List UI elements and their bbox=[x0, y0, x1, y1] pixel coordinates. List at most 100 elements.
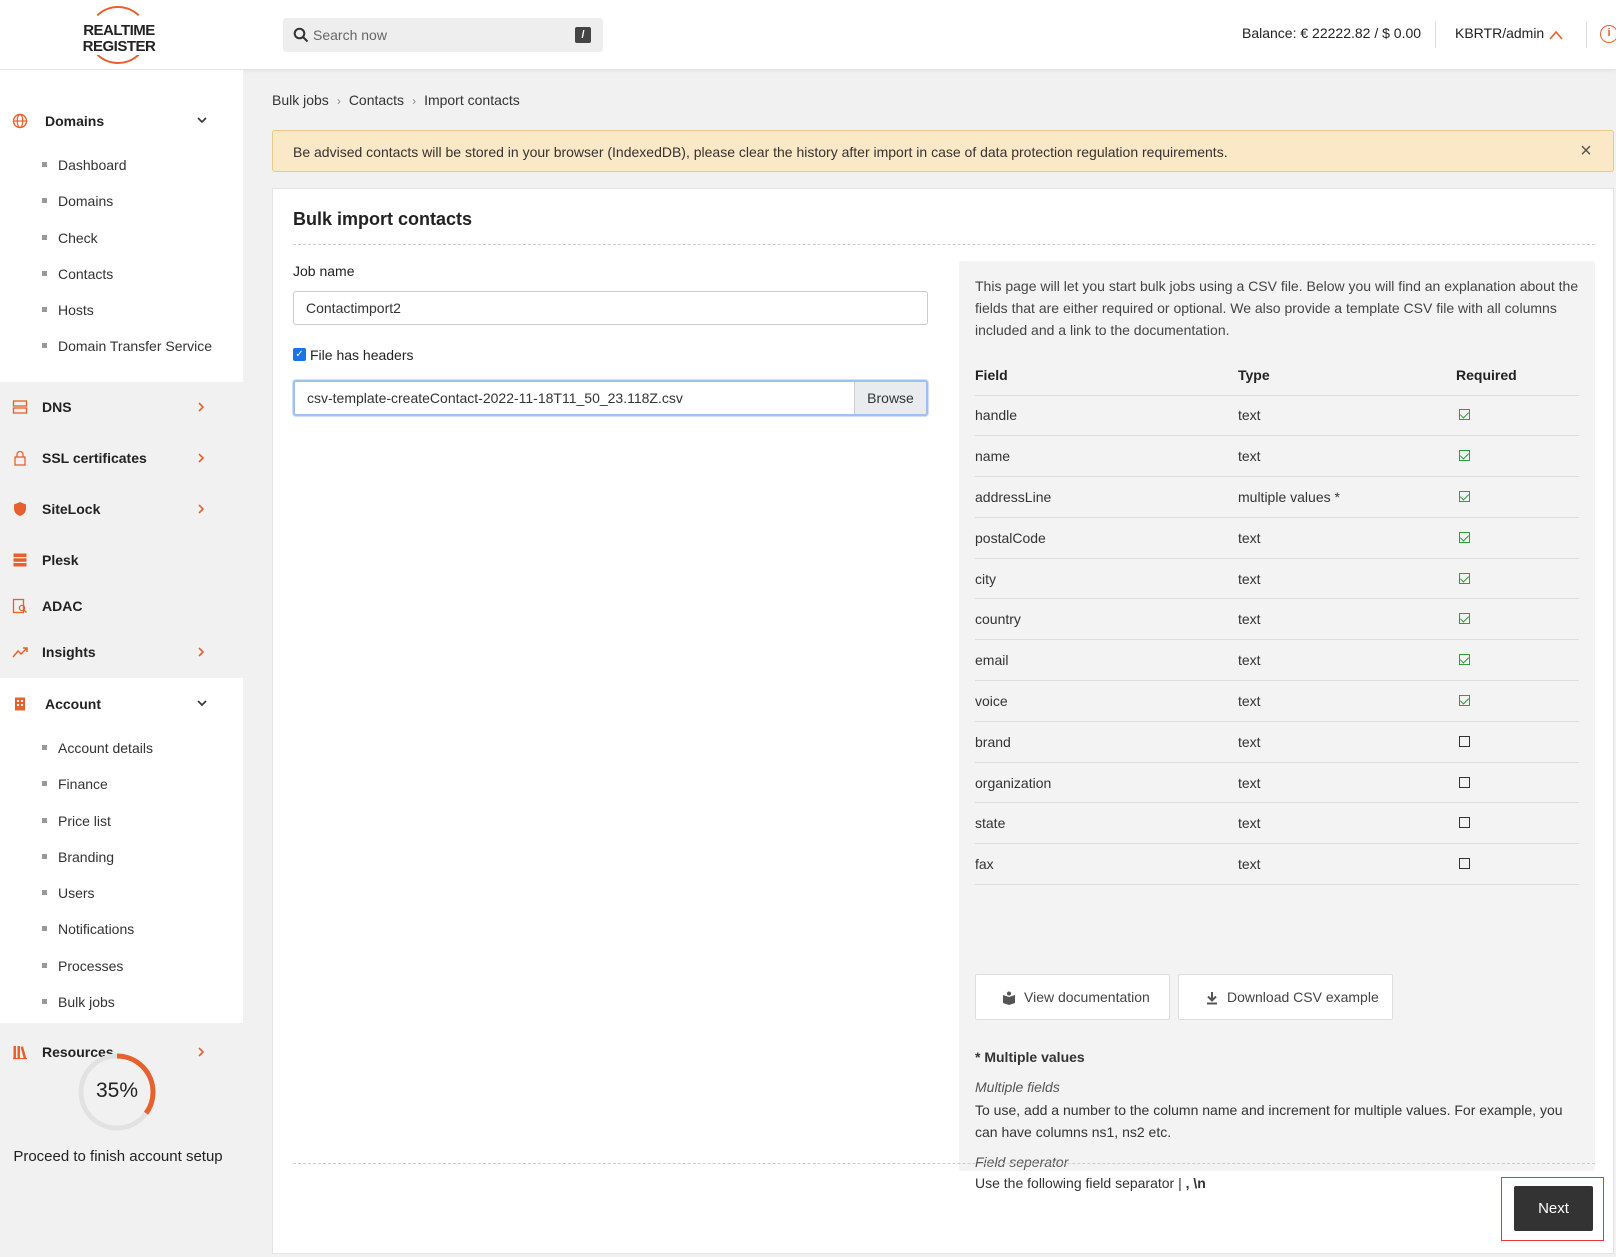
server-stack-icon bbox=[13, 553, 27, 567]
sidebar-item-dns[interactable]: DNS bbox=[0, 382, 243, 433]
user-menu[interactable]: KBRTR/admin bbox=[1455, 25, 1544, 41]
sidebar-subitem-bulk-jobs[interactable]: Bulk jobs bbox=[0, 984, 243, 1020]
sidebar-section-domains: Domains Dashboard Domains Check Contacts… bbox=[0, 70, 243, 382]
sidebar-subitem-notifications[interactable]: Notifications bbox=[0, 911, 243, 947]
checked-box-icon bbox=[1459, 409, 1470, 421]
field-separator-description: Use the following field separator | bbox=[975, 1175, 1182, 1191]
bulk-import-card: Bulk import contacts Job name ✓ File has… bbox=[272, 188, 1614, 1254]
sidebar-item-account[interactable]: Account bbox=[0, 678, 243, 730]
checkbox-checked-icon[interactable]: ✓ bbox=[293, 348, 306, 361]
field-name-cell: addressLine bbox=[975, 476, 1238, 518]
sidebar-subitem-price-list[interactable]: Price list bbox=[0, 803, 243, 839]
table-row: voice text bbox=[975, 680, 1579, 722]
sidebar-item-adac[interactable]: ADAC bbox=[0, 581, 243, 627]
sidebar-subitem-finance[interactable]: Finance bbox=[0, 766, 243, 802]
table-row: postalCode text bbox=[975, 517, 1579, 559]
sidebar-item-domains[interactable]: Domains bbox=[0, 95, 243, 147]
table-row: fax text bbox=[975, 843, 1579, 886]
logo[interactable]: REALTIME REGISTER bbox=[82, 6, 156, 64]
progress-caption[interactable]: Proceed to finish account setup bbox=[0, 1148, 236, 1165]
field-type-cell: multiple values * bbox=[1238, 476, 1456, 518]
field-name-cell: organization bbox=[975, 762, 1238, 804]
search-bar[interactable]: / bbox=[283, 18, 603, 52]
field-type-cell: text bbox=[1238, 762, 1456, 804]
field-name-cell: brand bbox=[975, 721, 1238, 763]
field-name-cell: postalCode bbox=[975, 517, 1238, 559]
search-input[interactable] bbox=[313, 18, 563, 52]
sidebar-subitem-domain-transfer-service[interactable]: Domain Transfer Service bbox=[0, 328, 243, 364]
chevron-down-icon bbox=[197, 700, 207, 707]
browse-button[interactable]: Browse bbox=[854, 382, 926, 414]
chevron-right-icon bbox=[198, 402, 205, 412]
breadcrumb-item-current: Import contacts bbox=[424, 92, 520, 108]
globe-icon bbox=[12, 113, 28, 129]
logo-text-line1: REALTIME bbox=[82, 22, 156, 39]
alert-message: Be advised contacts will be stored in yo… bbox=[293, 144, 1228, 160]
sidebar-subitem-hosts[interactable]: Hosts bbox=[0, 292, 243, 328]
sidebar-subitem-label: Branding bbox=[58, 848, 115, 865]
sidebar-subitem-account-details[interactable]: Account details bbox=[0, 730, 243, 766]
sidebar-item-plesk[interactable]: Plesk bbox=[0, 535, 243, 581]
sidebar-item-label: DNS bbox=[42, 399, 72, 415]
bullet bbox=[42, 307, 47, 313]
field-required-cell bbox=[1456, 721, 1579, 763]
sidebar-item-insights[interactable]: Insights bbox=[0, 627, 243, 678]
progress-percentage: 35% bbox=[95, 1079, 139, 1102]
sidebar-subitem-domains[interactable]: Domains bbox=[0, 183, 243, 219]
empty-box-icon bbox=[1459, 735, 1470, 747]
view-documentation-button[interactable]: View documentation bbox=[975, 974, 1170, 1020]
info-icon[interactable]: i bbox=[1600, 25, 1616, 43]
breadcrumb-item-contacts[interactable]: Contacts bbox=[349, 92, 404, 108]
empty-box-icon bbox=[1459, 817, 1470, 829]
sidebar-subitem-branding[interactable]: Branding bbox=[0, 839, 243, 875]
chevron-up-icon[interactable] bbox=[1549, 30, 1563, 40]
sidebar-subitem-label: Domains bbox=[58, 193, 114, 210]
table-row: state text bbox=[975, 802, 1579, 845]
account-setup-progress[interactable]: 35% Proceed to finish account setup bbox=[0, 1052, 236, 1182]
search-icon bbox=[293, 27, 309, 43]
field-type-cell: text bbox=[1238, 435, 1456, 478]
field-name-cell: handle bbox=[975, 395, 1238, 437]
file-input[interactable]: csv-template-createContact-2022-11-18T11… bbox=[293, 380, 928, 416]
bullet bbox=[42, 234, 47, 240]
field-required-cell bbox=[1456, 476, 1579, 518]
multiple-fields-subheading: Multiple fields bbox=[975, 1079, 1060, 1095]
job-name-input[interactable] bbox=[293, 291, 928, 325]
job-name-label: Job name bbox=[293, 263, 355, 279]
field-name-cell: country bbox=[975, 598, 1238, 641]
sidebar-item-label: SSL certificates bbox=[42, 450, 147, 466]
info-intro: This page will let you start bulk jobs u… bbox=[975, 278, 1579, 338]
bullet bbox=[42, 999, 47, 1005]
sidebar-item-label: ADAC bbox=[42, 598, 83, 614]
sidebar-subitem-check[interactable]: Check bbox=[0, 220, 243, 256]
field-type-cell: text bbox=[1238, 395, 1456, 437]
sidebar-subitem-processes[interactable]: Processes bbox=[0, 948, 243, 984]
sidebar-item-label: SiteLock bbox=[42, 501, 101, 517]
sidebar-item-sitelock[interactable]: SiteLock bbox=[0, 484, 243, 535]
sidebar-item-ssl-certificates[interactable]: SSL certificates bbox=[0, 433, 243, 484]
header-divider bbox=[1586, 22, 1587, 48]
checked-box-icon bbox=[1459, 531, 1470, 543]
breadcrumb: Bulk jobs › Contacts › Import contacts bbox=[272, 92, 520, 108]
next-button[interactable]: Next bbox=[1514, 1186, 1593, 1231]
checkbox-label: File has headers bbox=[310, 347, 414, 363]
breadcrumb-item-bulk-jobs[interactable]: Bulk jobs bbox=[272, 92, 329, 108]
checked-box-icon bbox=[1459, 572, 1470, 584]
bullet bbox=[42, 781, 47, 787]
sidebar-subitem-contacts[interactable]: Contacts bbox=[0, 256, 243, 292]
multiple-values-heading: * Multiple values bbox=[975, 1049, 1085, 1065]
download-csv-button[interactable]: Download CSV example bbox=[1178, 974, 1393, 1020]
field-type-cell: text bbox=[1238, 721, 1456, 763]
sidebar-subitem-users[interactable]: Users bbox=[0, 875, 243, 911]
chevron-right-icon bbox=[198, 647, 205, 657]
sidebar-subitem-dashboard[interactable]: Dashboard bbox=[0, 147, 243, 183]
table-row: addressLine multiple values * bbox=[975, 476, 1579, 518]
column-header-required: Required bbox=[1456, 355, 1579, 396]
fields-table: Field Type Required handle text name text ad… bbox=[975, 355, 1579, 886]
sidebar-submenu-account: Account details Finance Price list Brand… bbox=[0, 730, 243, 1026]
data-protection-alert: Be advised contacts will be stored in yo… bbox=[272, 130, 1614, 172]
close-icon[interactable]: × bbox=[1577, 141, 1595, 161]
field-type-cell: text bbox=[1238, 558, 1456, 600]
table-header-row: Field Type Required bbox=[975, 355, 1579, 396]
table-row: city text bbox=[975, 558, 1579, 600]
